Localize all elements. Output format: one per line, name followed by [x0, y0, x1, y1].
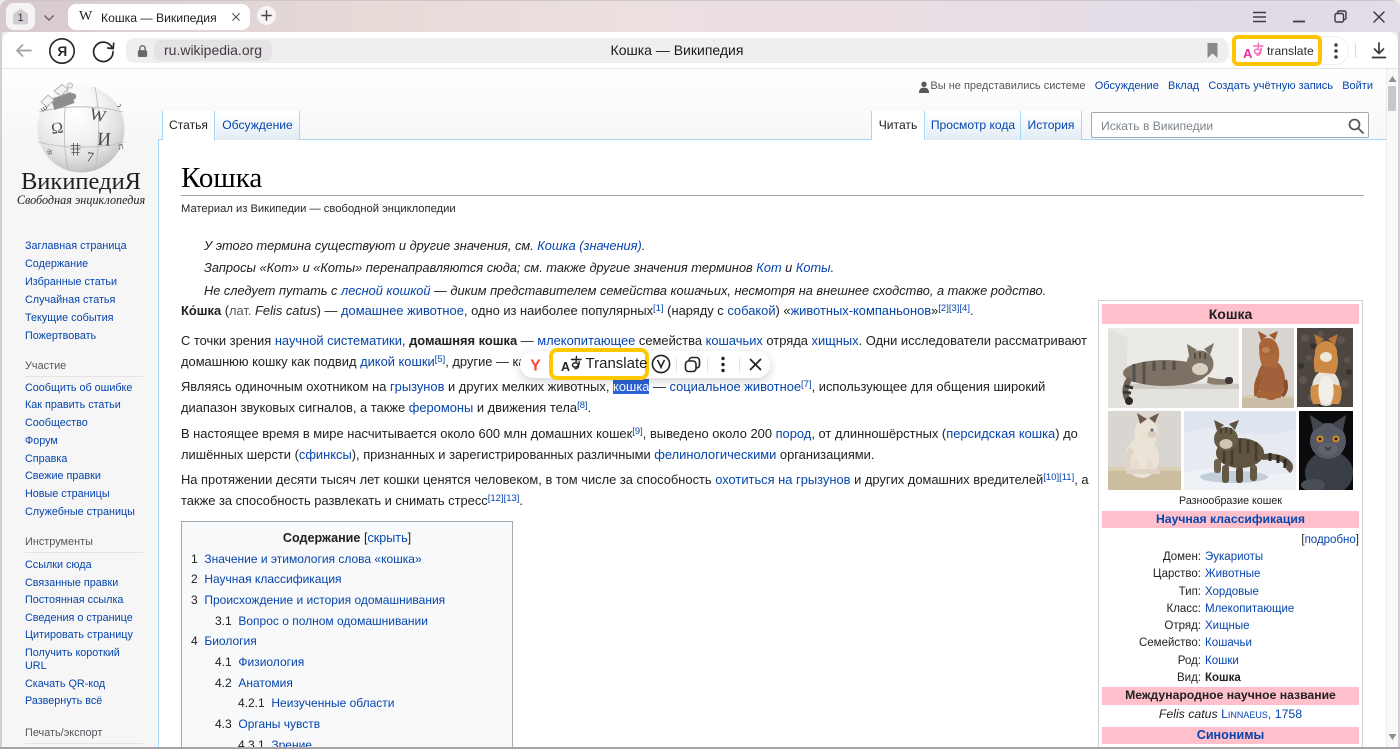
svg-text:ה: ה [117, 141, 124, 152]
svg-text:A: A [1243, 46, 1253, 60]
svg-text:ڊ: ڊ [116, 100, 124, 110]
svg-text:Я: Я [58, 44, 68, 59]
svg-text:Ω: Ω [50, 119, 64, 138]
svg-text:A: A [561, 360, 570, 373]
svg-text:Y: Y [530, 357, 541, 374]
svg-text:И: И [97, 129, 112, 151]
svg-text:1: 1 [17, 12, 23, 24]
